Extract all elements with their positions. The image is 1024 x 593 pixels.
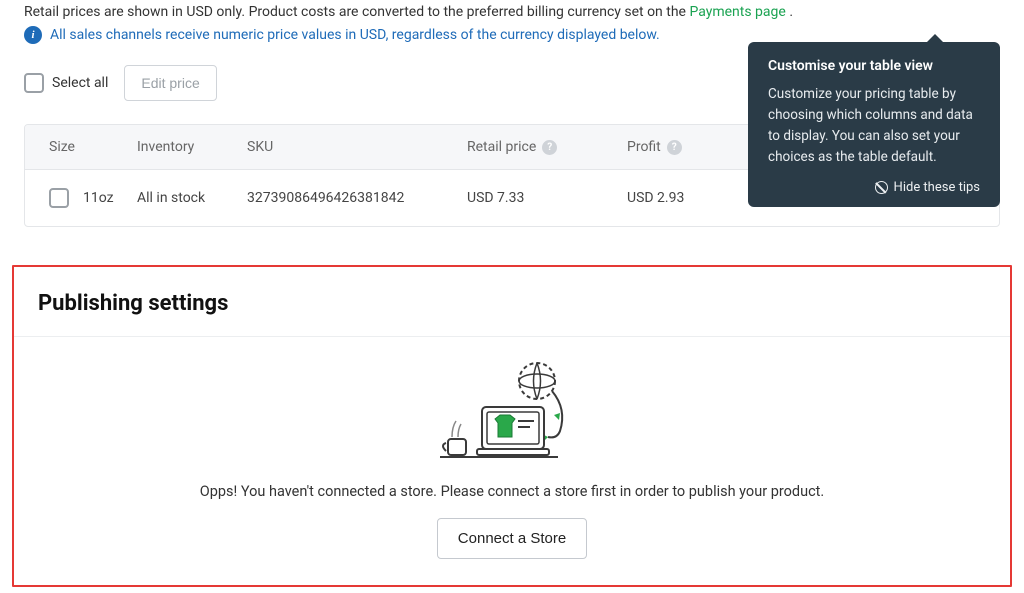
tooltip-body: Customize your pricing table by choosing… [768,84,980,168]
connect-store-button[interactable]: Connect a Store [437,518,587,559]
size-value: 11oz [83,190,114,206]
cancel-icon [875,181,888,194]
select-all-control[interactable]: Select all [24,73,108,93]
illustration [14,359,1010,469]
hide-tips-label: Hide these tips [894,180,980,195]
help-icon[interactable]: ? [667,140,682,155]
th-inventory: Inventory [125,125,235,169]
td-sku: 32739086496426381842 [235,176,455,220]
td-profit: USD 2.93 [615,176,735,220]
th-retail-label: Retail price [467,139,536,155]
publishing-settings-card: Publishing settings [12,265,1012,587]
td-size: 11oz [25,174,125,222]
td-retail: USD 7.33 [455,176,615,220]
edit-price-button[interactable]: Edit price [124,65,216,101]
publishing-title: Publishing settings [14,267,1010,336]
pricing-notice-prefix: Retail prices are shown in USD only. Pro… [24,4,689,20]
select-all-label: Select all [52,75,108,91]
th-profit-label: Profit [627,139,661,155]
help-icon[interactable]: ? [542,140,557,155]
tooltip-title: Customise your table view [768,58,980,74]
select-all-checkbox[interactable] [24,73,44,93]
th-sku: SKU [235,125,455,169]
th-profit: Profit ? [615,125,735,169]
pricing-notice: Retail prices are shown in USD only. Pro… [24,4,1000,20]
th-retail: Retail price ? [455,125,615,169]
td-inventory: All in stock [125,176,235,220]
pricing-notice-suffix: . [789,4,793,20]
payments-page-link[interactable]: Payments page [689,4,785,20]
th-size: Size [25,125,125,169]
tooltip-arrow [926,34,944,43]
column-view-tooltip: Customise your table view Customize your… [748,42,1000,207]
hide-tips-link[interactable]: Hide these tips [768,180,980,195]
publishing-message: Opps! You haven't connected a store. Ple… [14,483,1010,500]
info-message: All sales channels receive numeric price… [50,27,660,43]
divider [14,336,1010,337]
info-icon: i [24,26,42,44]
row-checkbox[interactable] [49,188,69,208]
